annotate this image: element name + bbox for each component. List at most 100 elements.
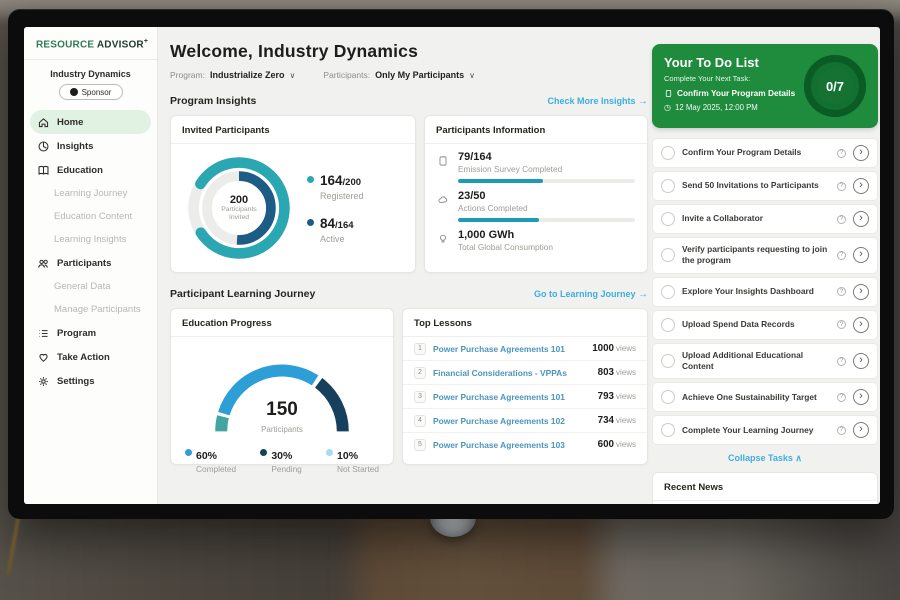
- help-icon[interactable]: ?: [837, 426, 846, 435]
- settings-icon: [37, 375, 50, 388]
- page-title: Welcome, Industry Dynamics: [170, 41, 648, 62]
- sidebar-item[interactable]: Program: [30, 321, 151, 345]
- arrow-right-icon: →: [638, 289, 648, 300]
- home-icon: [37, 116, 50, 129]
- sidebar-item[interactable]: Participants: [30, 251, 151, 275]
- monitor-bezel: RESOURCE ADVISOR+ Industry Dynamics Spon…: [8, 9, 894, 519]
- help-icon[interactable]: ?: [837, 357, 846, 366]
- lesson-rank: 5: [414, 439, 426, 451]
- task-checkbox[interactable]: [661, 179, 675, 193]
- lesson-views: 1000views: [592, 343, 636, 354]
- sidebar-item[interactable]: General Data: [30, 275, 151, 298]
- education-legend-item: 30% Pending: [260, 446, 301, 474]
- education-icon: [37, 164, 50, 177]
- navy-dot-icon: [307, 219, 314, 226]
- lesson-link[interactable]: Power Purchase Agreements 101: [433, 392, 591, 402]
- organization-name: Industry Dynamics: [24, 69, 157, 79]
- sidebar-item[interactable]: Take Action: [30, 345, 151, 369]
- sidebar-item[interactable]: Education Content: [30, 205, 151, 228]
- lesson-views: 793views: [598, 391, 636, 402]
- task-checkbox[interactable]: [661, 423, 675, 437]
- sidebar-item[interactable]: Settings: [30, 369, 151, 393]
- task-chevron-button[interactable]: ›: [853, 389, 869, 405]
- participants-information-card: Participants Information 79/164 Emission…: [424, 115, 648, 273]
- next-task: Confirm Your Program Details: [664, 88, 798, 98]
- participants-filter[interactable]: Participants: Only My Participants ∨: [323, 70, 475, 80]
- chevron-up-icon: ∧: [795, 453, 802, 463]
- sidebar-item[interactable]: Learning Insights: [30, 228, 151, 251]
- go-to-learning-journey-link[interactable]: Go to Learning Journey →: [534, 289, 648, 300]
- lesson-rank: 2: [414, 367, 426, 379]
- sidebar-item[interactable]: Education: [30, 158, 151, 182]
- take-action-icon: [37, 351, 50, 364]
- emission-survey-row: 79/164 Emission Survey Completed: [437, 151, 635, 183]
- education-legend-item: 60% Completed: [185, 446, 236, 474]
- collapse-tasks-link[interactable]: Collapse Tasks ∧: [652, 453, 878, 464]
- help-icon[interactable]: ?: [837, 251, 846, 260]
- task-chevron-button[interactable]: ›: [853, 284, 869, 300]
- sponsor-badge[interactable]: Sponsor: [59, 84, 123, 100]
- task-checkbox[interactable]: [661, 390, 675, 404]
- task-checkbox[interactable]: [661, 318, 675, 332]
- lesson-row: 4 Power Purchase Agreements 102 734views: [403, 409, 647, 433]
- help-icon[interactable]: ?: [837, 287, 846, 296]
- sidebar-item[interactable]: Home: [30, 110, 151, 134]
- help-icon[interactable]: ?: [837, 149, 846, 158]
- legend-dot-icon: [260, 449, 267, 456]
- help-icon[interactable]: ?: [837, 182, 846, 191]
- education-legend-item: 10% Not Started: [326, 446, 379, 474]
- task-chevron-button[interactable]: ›: [853, 422, 869, 438]
- task-checkbox[interactable]: [661, 248, 675, 262]
- todo-task-row[interactable]: Send 50 Invitations to Participants ? ›: [652, 171, 878, 201]
- lesson-link[interactable]: Power Purchase Agreements 102: [433, 416, 591, 426]
- dashboard-screen: RESOURCE ADVISOR+ Industry Dynamics Spon…: [24, 27, 880, 504]
- help-icon[interactable]: ?: [837, 215, 846, 224]
- sidebar-item[interactable]: Insights: [30, 134, 151, 158]
- check-more-insights-link[interactable]: Check More Insights →: [547, 96, 648, 107]
- task-checkbox[interactable]: [661, 146, 675, 160]
- task-chevron-button[interactable]: ›: [853, 145, 869, 161]
- actions-cloud-icon: [437, 190, 450, 222]
- lightbulb-icon: [437, 229, 450, 252]
- task-chevron-button[interactable]: ›: [853, 353, 869, 369]
- todo-task-row[interactable]: Achieve One Sustainability Target ? ›: [652, 382, 878, 412]
- insights-icon: [37, 140, 50, 153]
- task-chevron-button[interactable]: ›: [853, 178, 869, 194]
- lesson-row: 3 Power Purchase Agreements 101 793views: [403, 385, 647, 409]
- sidebar-item[interactable]: Manage Participants: [30, 298, 151, 321]
- sidebar-menu: Home Insights Education Learning Journey…: [24, 108, 157, 395]
- todo-task-row[interactable]: Verify participants requesting to join t…: [652, 237, 878, 274]
- task-checkbox[interactable]: [661, 354, 675, 368]
- invited-participants-card: Invited Participants 200 Participants I: [170, 115, 416, 273]
- sidebar-item[interactable]: Learning Journey: [30, 182, 151, 205]
- task-checkbox[interactable]: [661, 285, 675, 299]
- lesson-link[interactable]: Financial Considerations - VPPAs: [433, 368, 591, 378]
- lesson-rank: 3: [414, 391, 426, 403]
- registered-legend-item: 164/200 Registered: [307, 172, 364, 201]
- task-checkbox[interactable]: [661, 212, 675, 226]
- active-legend-item: 84/164 Active: [307, 215, 364, 244]
- task-chevron-button[interactable]: ›: [853, 247, 869, 263]
- program-filter[interactable]: Program: Industrialize Zero ∨: [170, 70, 295, 80]
- todo-task-row[interactable]: Upload Additional Educational Content ? …: [652, 343, 878, 380]
- todo-task-row[interactable]: Confirm Your Program Details ? ›: [652, 138, 878, 168]
- help-icon[interactable]: ?: [837, 320, 846, 329]
- teal-dot-icon: [307, 176, 314, 183]
- lesson-link[interactable]: Power Purchase Agreements 103: [433, 440, 591, 450]
- top-lessons-card: Top Lessons 1 Power Purchase Agreements …: [402, 308, 648, 465]
- sidebar: RESOURCE ADVISOR+ Industry Dynamics Spon…: [24, 27, 158, 504]
- lesson-link[interactable]: Power Purchase Agreements 101: [433, 344, 585, 354]
- legend-dot-icon: [326, 449, 333, 456]
- logo-plus: +: [144, 38, 148, 45]
- insights-cards-row: Invited Participants 200 Participants I: [170, 115, 648, 273]
- invited-legend: 164/200 Registered 84/164 Active: [307, 172, 364, 244]
- todo-task-row[interactable]: Invite a Collaborator ? ›: [652, 204, 878, 234]
- todo-task-row[interactable]: Upload Spend Data Records ? ›: [652, 310, 878, 340]
- todo-task-row[interactable]: Explore Your Insights Dashboard ? ›: [652, 277, 878, 307]
- chevron-down-icon: ∨: [289, 71, 295, 80]
- task-chevron-button[interactable]: ›: [853, 211, 869, 227]
- task-chevron-button[interactable]: ›: [853, 317, 869, 333]
- help-icon[interactable]: ?: [837, 393, 846, 402]
- chevron-down-icon: ∨: [469, 71, 475, 80]
- todo-task-row[interactable]: Complete Your Learning Journey ? ›: [652, 415, 878, 445]
